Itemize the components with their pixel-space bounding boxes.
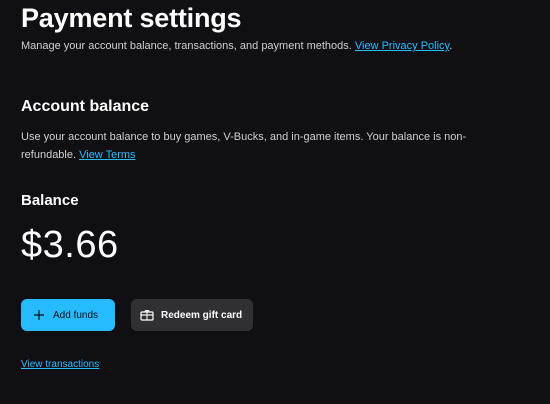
add-funds-button[interactable]: Add funds	[21, 299, 115, 331]
balance-label: Balance	[21, 192, 79, 209]
gift-card-icon	[140, 308, 154, 322]
page-subtitle: Manage your account balance, transaction…	[21, 39, 452, 53]
balance-amount: $3.66	[21, 224, 119, 266]
view-transactions-link[interactable]: View transactions	[21, 359, 99, 371]
add-funds-label: Add funds	[53, 309, 99, 321]
redeem-gift-card-label: Redeem gift card	[161, 309, 243, 321]
plus-icon	[32, 308, 46, 322]
view-terms-link[interactable]: View Terms	[79, 149, 135, 161]
privacy-policy-link[interactable]: View Privacy Policy	[355, 40, 449, 52]
page-subtitle-period: .	[449, 40, 453, 52]
account-balance-description: Use your account balance to buy games, V…	[21, 128, 511, 164]
redeem-gift-card-button[interactable]: Redeem gift card	[131, 299, 253, 331]
payment-settings-page: Payment settings Manage your account bal…	[0, 0, 550, 404]
page-subtitle-text: Manage your account balance, transaction…	[21, 40, 352, 52]
page-title: Payment settings	[21, 3, 242, 33]
account-balance-heading: Account balance	[21, 98, 150, 115]
